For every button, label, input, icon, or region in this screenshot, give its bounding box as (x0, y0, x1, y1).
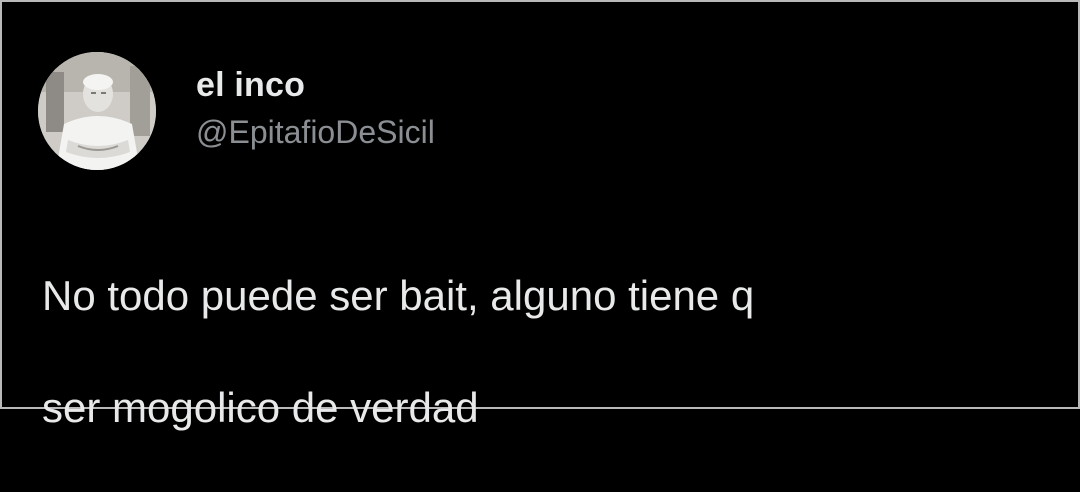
tweet-card: el inco @EpitafioDeSicil No todo puede s… (0, 0, 1080, 431)
display-name[interactable]: el inco (196, 65, 435, 105)
handle[interactable]: @EpitafioDeSicil (196, 113, 435, 151)
tweet-text: No todo puede ser bait, alguno tiene q s… (42, 212, 1042, 492)
tweet-text-line: No todo puede ser bait, alguno tiene q (42, 272, 755, 319)
tweet-text-line: ser mogolico de verdad (42, 384, 479, 431)
author-info: el inco @EpitafioDeSicil (196, 65, 435, 151)
profile-photo-icon (38, 52, 156, 170)
tweet-header: el inco @EpitafioDeSicil (38, 52, 435, 170)
avatar[interactable] (38, 52, 156, 170)
